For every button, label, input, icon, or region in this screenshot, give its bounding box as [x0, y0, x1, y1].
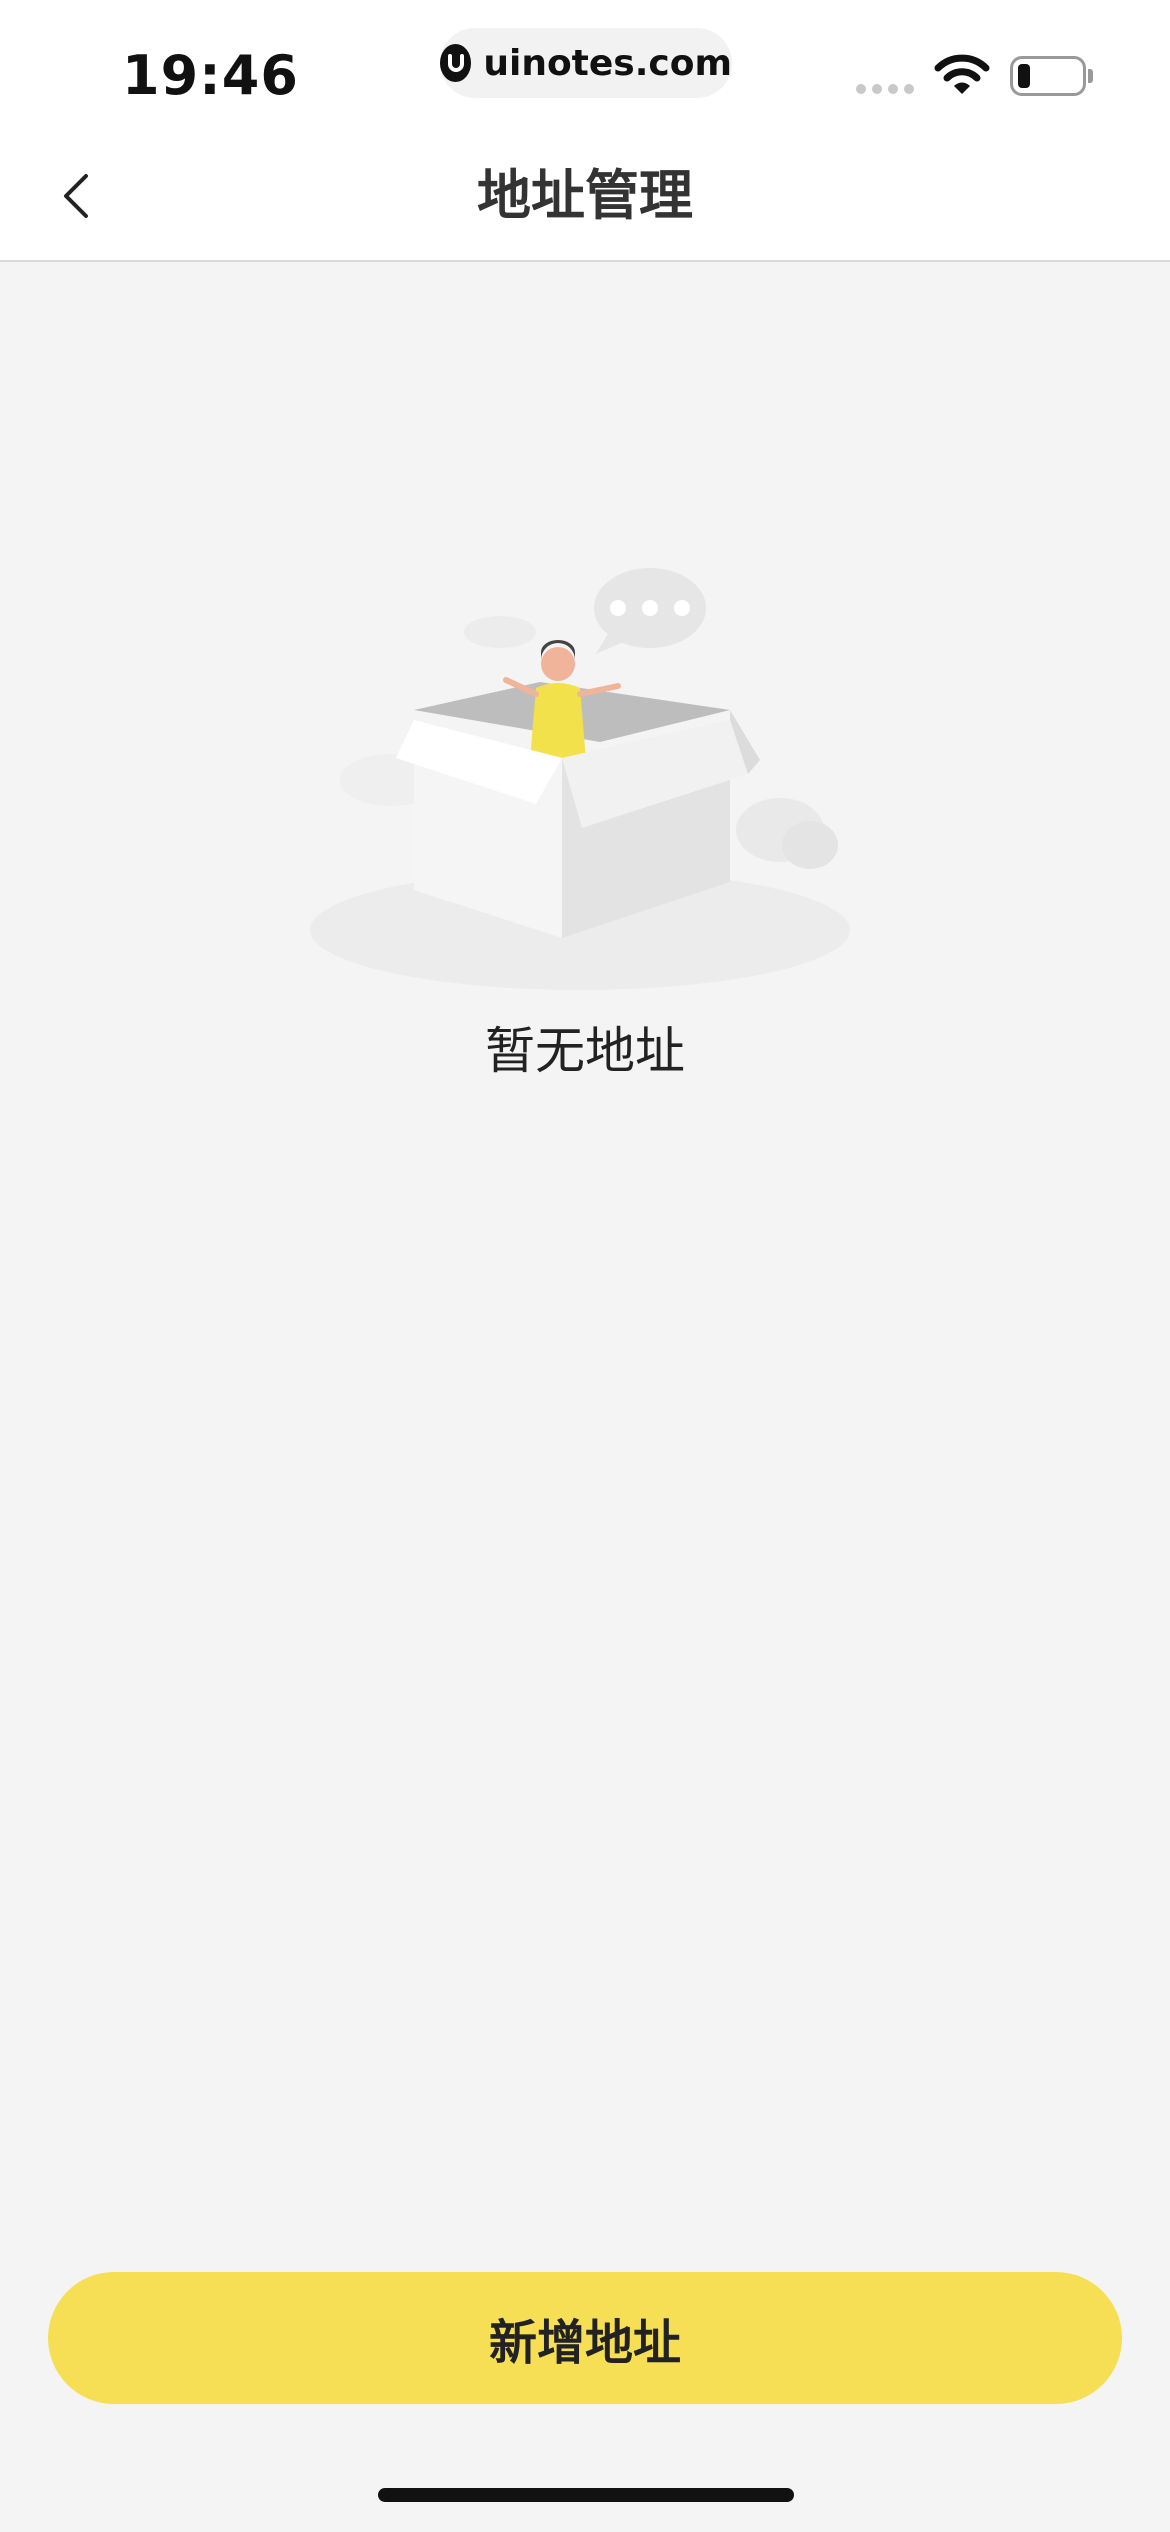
empty-message: 暂无地址 [485, 1022, 685, 1080]
cellular-signal-icon [856, 84, 914, 94]
battery-cap [1088, 69, 1093, 83]
empty-box-illustration [310, 568, 850, 990]
add-address-button[interactable]: 新增地址 [48, 2272, 1122, 2404]
url-text: uinotes.com [483, 42, 732, 84]
url-pill: uinotes.com [440, 28, 732, 98]
home-indicator [378, 2488, 794, 2502]
page-title: 地址管理 [477, 164, 693, 227]
status-time: 19:46 [122, 44, 299, 107]
battery-icon [1010, 56, 1086, 96]
top-bar: 19:46 uinotes.com 地址管理 [0, 0, 1170, 262]
site-logo-icon [440, 44, 472, 82]
wifi-icon [934, 54, 990, 94]
